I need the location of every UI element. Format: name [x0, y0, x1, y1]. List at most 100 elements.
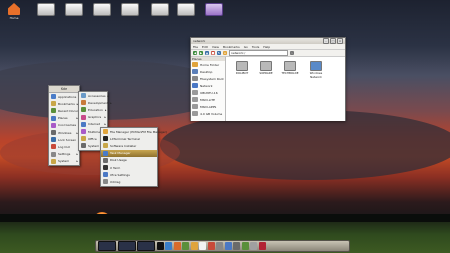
forward-icon[interactable]: ▶ [199, 51, 203, 55]
file-manager-window[interactable]: network – □ × File Edit View Bookmarks G… [190, 37, 346, 121]
menu-go[interactable]: Go [244, 45, 248, 49]
menu-file[interactable]: File [193, 45, 198, 49]
menu-item-cool-games[interactable]: Cool Games▸ [49, 122, 80, 129]
file-view[interactable]: DOLIBOT SOPRADE TECHBOLDE Windows Networ… [226, 57, 345, 121]
menu-item-label: Task Manager [110, 151, 131, 156]
menu-item-label: File Manager (PCManFM File Manager) [110, 129, 168, 134]
location-field[interactable]: network:/ [229, 50, 288, 56]
sidebar-item-label: UBUNTU-16 [200, 90, 218, 95]
file-item[interactable]: TECHBOLDE [280, 61, 300, 75]
go-icon[interactable]: › [290, 51, 294, 55]
flag-icon[interactable] [258, 242, 266, 250]
sidebar-item-home-folder[interactable]: Home Folder [191, 61, 225, 68]
network-icon[interactable] [165, 242, 172, 250]
system-submenu: File Manager (PCManFM File Manager) LXTer… [100, 127, 167, 187]
window-thumbnail-icon[interactable] [137, 241, 155, 251]
task-manager-icon [103, 150, 108, 156]
menu-item-label: Settings [58, 152, 71, 157]
menu-item-label: System [88, 143, 100, 148]
menu-item-log-out[interactable]: Log Out [49, 143, 79, 150]
window-thumbnail-icon[interactable] [117, 241, 136, 251]
sidebar-item-network[interactable]: Network [191, 82, 225, 89]
menu-item-settings[interactable]: Settings ▸ [49, 151, 79, 158]
menu-item-graphics[interactable]: Graphics ▸ [79, 114, 107, 121]
lock-screen-icon [51, 137, 56, 143]
maximize-button[interactable]: □ [330, 38, 336, 44]
disk-icon[interactable] [216, 242, 223, 250]
chevron-right-icon: ▸ [110, 100, 112, 105]
monitor-icon[interactable] [224, 242, 232, 250]
chevron-right-icon: ▸ [104, 122, 106, 127]
development-icon [81, 100, 86, 106]
menu-item-lxterminal-terminal[interactable]: LXTerminal Terminal [101, 135, 157, 142]
sidebar-item-desktop[interactable]: Desktop [191, 68, 225, 75]
file-item[interactable]: SOPRADE [256, 61, 276, 75]
reload-icon[interactable]: ↻ [217, 51, 221, 55]
menu-item-file-manager-pcmanfm-file-manager[interactable]: File Manager (PCManFM File Manager) [101, 128, 167, 135]
settings-icon[interactable] [250, 242, 257, 250]
menu-help[interactable]: Help [263, 45, 270, 49]
sidebar-item-volume[interactable]: UBUNTU-16 [191, 89, 225, 96]
desktop-icon-label: Home [9, 16, 19, 20]
desktop-icon-drive[interactable] [174, 3, 198, 17]
desktop-icon-drive[interactable] [34, 3, 58, 17]
places-sidebar: Places Home Folder Desktop Filesystem Ro… [191, 57, 226, 121]
menu-item-task-manager[interactable]: Task Manager [101, 149, 157, 157]
menu-item-recent-documents[interactable]: Recent Documents▸ [49, 107, 90, 114]
recent-documents-icon [51, 108, 56, 114]
desktop-icon-drive[interactable] [62, 3, 86, 17]
menu-item-lock-screen[interactable]: Lock Screen [49, 136, 79, 143]
drive-icon [192, 111, 198, 116]
menu-item-x-term[interactable]: X Term [101, 164, 157, 171]
file-item[interactable]: Windows Network [306, 61, 326, 79]
desktop-icon-drive[interactable] [90, 3, 114, 17]
window-thumbnail-icon[interactable] [98, 241, 116, 251]
menu-item-xdmsg[interactable]: Xdmsg [101, 178, 157, 185]
menu-item-places[interactable]: Places▸ [49, 115, 79, 122]
folder-icon[interactable] [190, 242, 198, 250]
home-icon[interactable]: ⌂ [223, 51, 227, 55]
drive-icon [93, 3, 111, 16]
minimize-button[interactable]: – [323, 38, 329, 44]
desktop-icon-drive[interactable] [118, 3, 142, 17]
menu-item-disk-usage[interactable]: Disk Usage [101, 157, 157, 164]
desktop-icon-home[interactable]: Home [2, 3, 26, 20]
sidebar-item-volume[interactable]: MSDI-LITE [191, 96, 225, 103]
menu-item-accessories[interactable]: Accessories ▸ [79, 92, 109, 99]
mail-icon[interactable] [182, 242, 189, 250]
sidebar-item-volume[interactable]: 4.0 GB Volume [191, 110, 225, 117]
battery-icon[interactable] [241, 242, 249, 250]
menu-item-xfce-settings[interactable]: Xfce Settings [101, 171, 157, 178]
browser-icon[interactable] [173, 242, 181, 250]
desktop-icon-monitor[interactable] [202, 3, 226, 17]
menu-item-development[interactable]: Development ▸ [79, 99, 112, 106]
menu-item-education[interactable]: Education ▸ [79, 106, 107, 113]
settings-icon [51, 151, 56, 157]
menu-item-bookmarks[interactable]: Bookmarks▸ [49, 100, 79, 107]
sidebar-item-filesystem[interactable]: Filesystem Root [191, 75, 225, 82]
menu-tools[interactable]: Tools [252, 45, 259, 49]
applications-icon [51, 94, 56, 100]
menu-item-label: Office [88, 136, 97, 141]
menu-item-applications[interactable]: Applications▸ [49, 93, 80, 100]
desktop-icon-drive[interactable] [148, 3, 172, 17]
stop-icon[interactable]: ■ [211, 51, 215, 55]
menu-item-software-installer[interactable]: Software Installer [101, 142, 157, 149]
back-icon[interactable]: ◀ [193, 51, 197, 55]
menu-item-windows[interactable]: Windows▸ [49, 129, 79, 136]
menu-item-system[interactable]: System ▸ [49, 158, 79, 165]
volume-icon[interactable] [233, 242, 240, 250]
menu-bookmarks[interactable]: Bookmarks [223, 45, 240, 49]
home-icon [8, 3, 20, 15]
menu-edit[interactable]: Edit [202, 45, 208, 49]
close-button[interactable]: × [337, 38, 343, 44]
media-icon[interactable] [207, 242, 215, 250]
document-icon[interactable] [199, 242, 206, 250]
file-item[interactable]: DOLIBOT [232, 61, 252, 75]
terminal-icon[interactable] [156, 242, 164, 250]
network-share-icon [260, 61, 272, 71]
drive-icon [151, 3, 169, 16]
menu-view[interactable]: View [212, 45, 219, 49]
sidebar-item-volume[interactable]: MSDI-APPS [191, 103, 225, 110]
up-icon[interactable]: ▲ [205, 51, 209, 55]
